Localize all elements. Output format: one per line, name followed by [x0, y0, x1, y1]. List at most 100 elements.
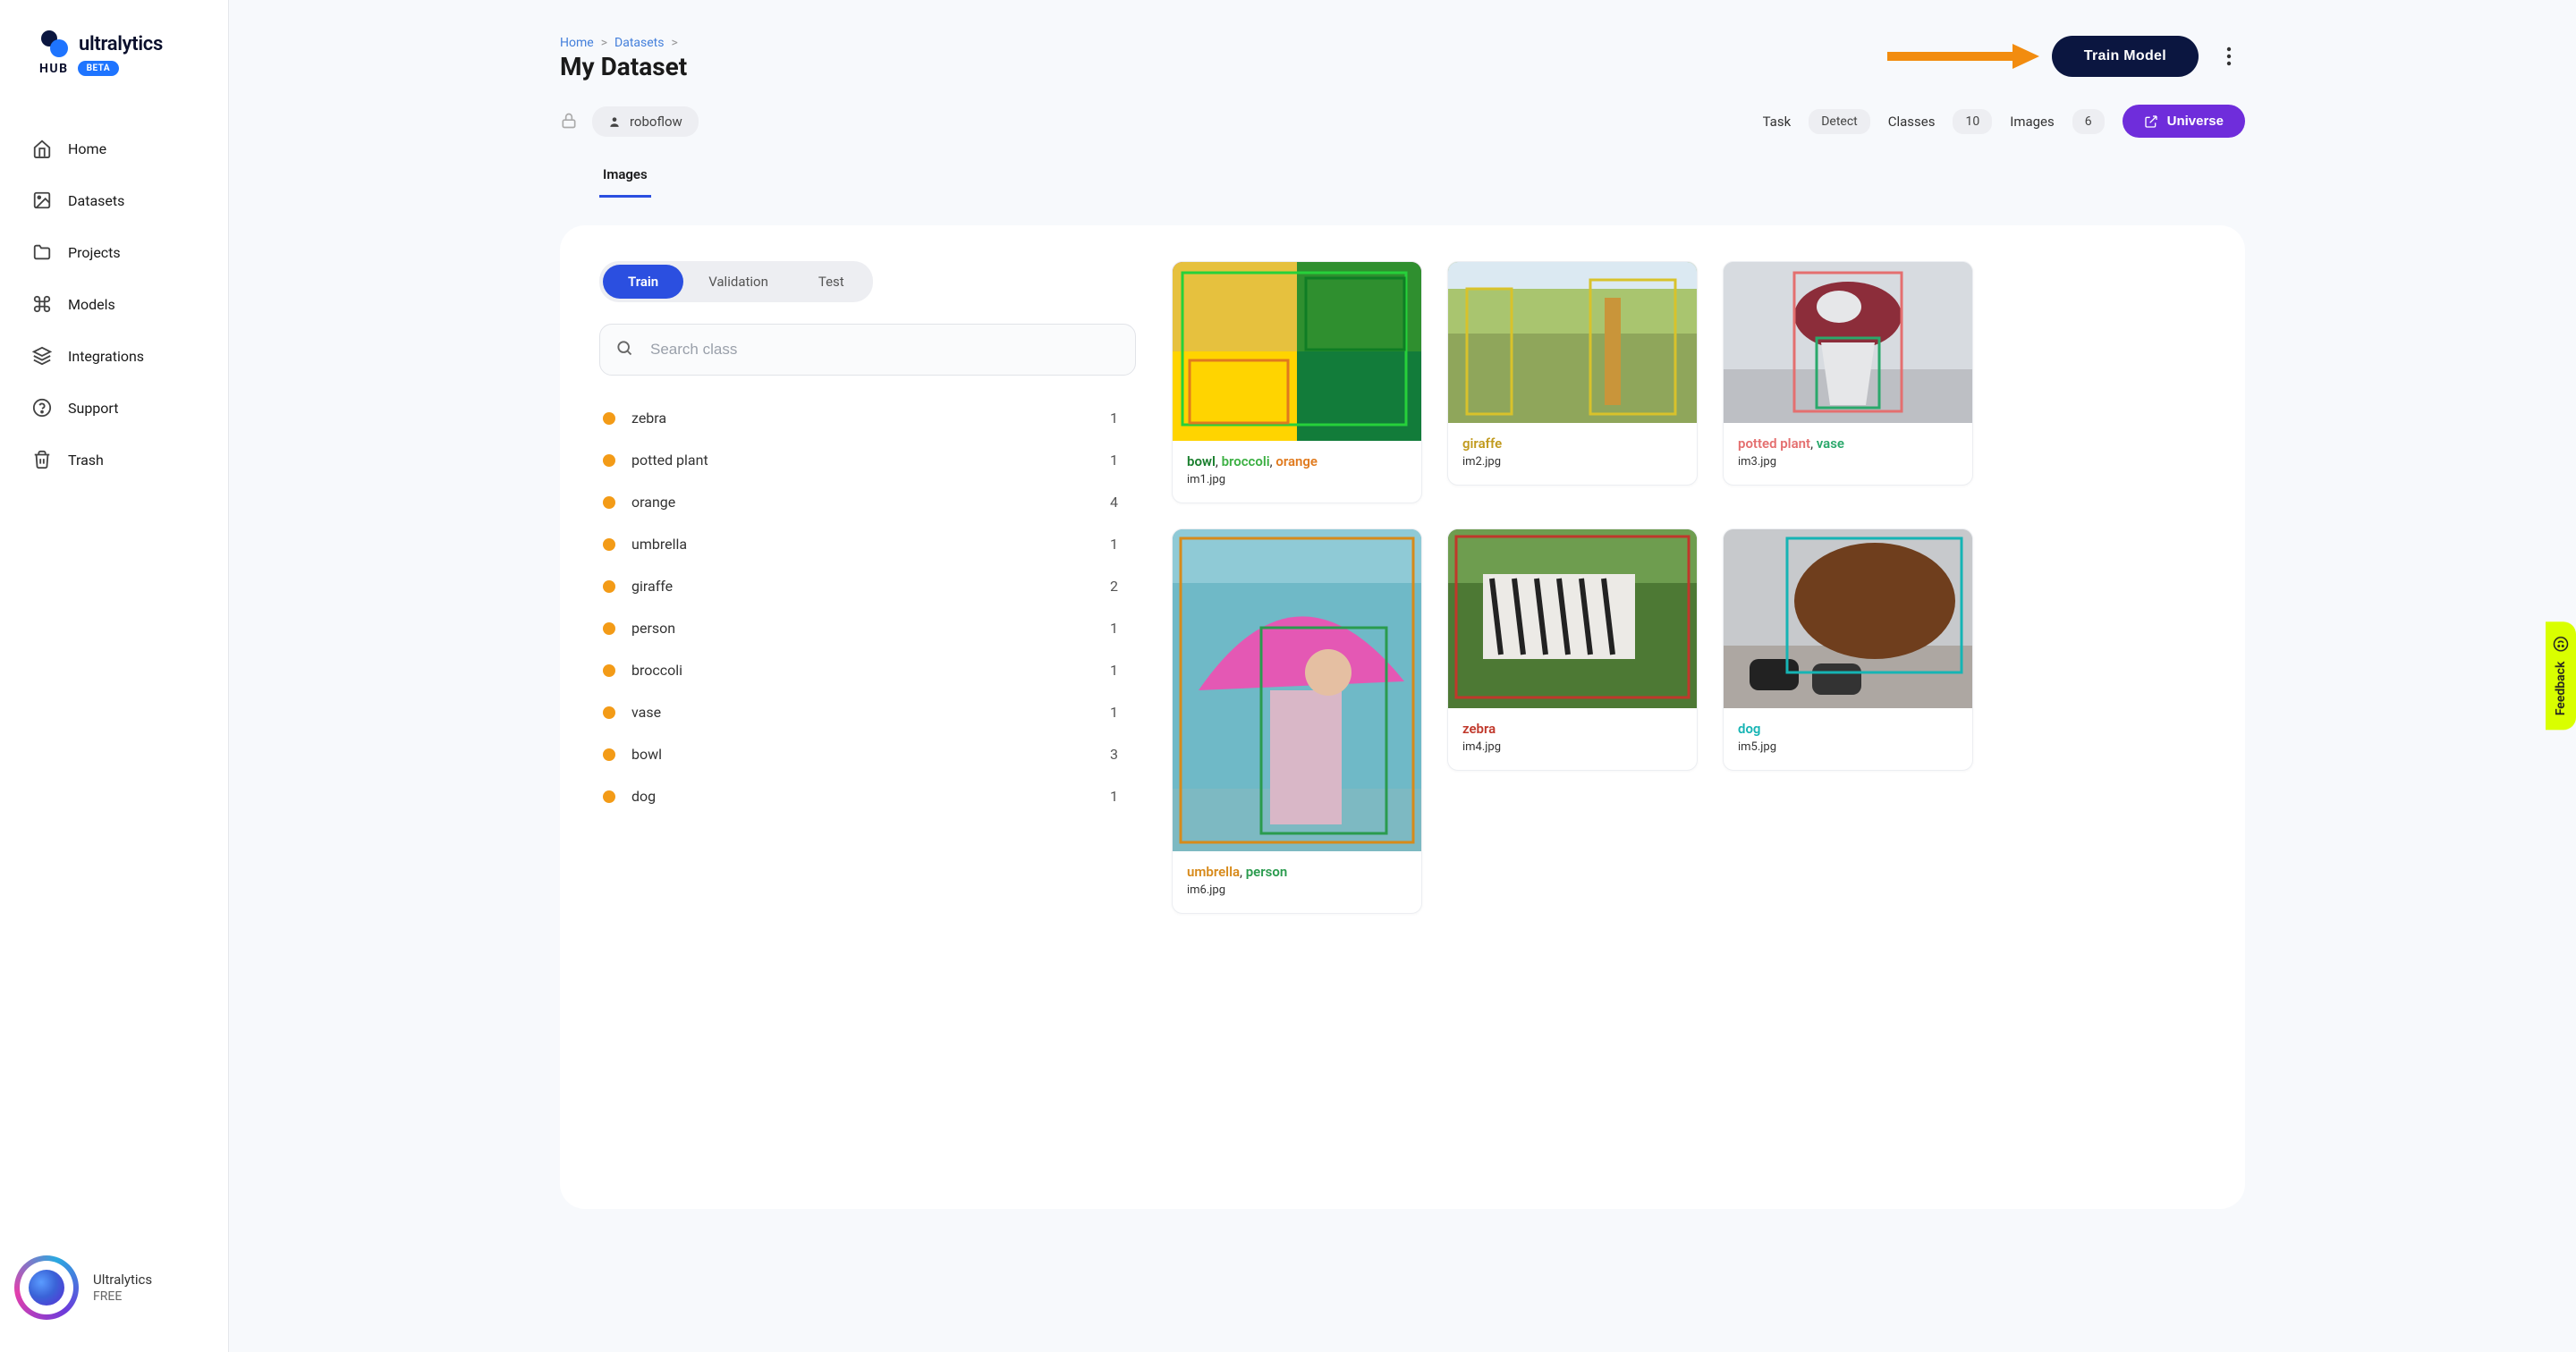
account-name: Ultralytics — [93, 1272, 152, 1288]
image-labels: dog — [1738, 721, 1958, 737]
class-row[interactable]: zebra1 — [599, 397, 1136, 439]
class-row[interactable]: bowl3 — [599, 733, 1136, 775]
image-filename: im5.jpg — [1738, 740, 1958, 754]
class-name: potted plant — [631, 452, 708, 469]
nav: Home Datasets Projects Models — [0, 124, 228, 484]
image-card[interactable]: bowlbroccoliorange im1.jpg — [1172, 261, 1422, 503]
class-row[interactable]: dog 1 — [599, 775, 1136, 817]
breadcrumb-sep: > — [601, 36, 607, 50]
lock-icon — [560, 112, 580, 131]
class-search — [599, 324, 1136, 376]
class-count: 1 — [1110, 704, 1118, 721]
class-row[interactable]: orange4 — [599, 481, 1136, 523]
breadcrumb-home[interactable]: Home — [560, 36, 594, 50]
class-dot-icon — [603, 496, 615, 509]
page-title: My Dataset — [560, 52, 687, 81]
image-filename: im4.jpg — [1462, 740, 1682, 754]
split-selector: Train Validation Test — [599, 261, 873, 302]
class-name: broccoli — [631, 662, 682, 679]
images-label: Images — [2010, 114, 2055, 130]
image-label: broccoli — [1216, 453, 1270, 469]
image-label: vase — [1810, 435, 1844, 452]
image-label: zebra — [1462, 721, 1496, 737]
tab-images[interactable]: Images — [599, 154, 651, 198]
brand-name: ultralytics — [79, 33, 163, 55]
breadcrumb: Home > Datasets > — [560, 36, 687, 50]
class-dot-icon — [603, 580, 615, 593]
sidebar-item-projects[interactable]: Projects — [14, 228, 214, 276]
image-filename: im1.jpg — [1187, 473, 1407, 486]
class-row[interactable]: giraffe 2 — [599, 565, 1136, 607]
beta-badge: BETA — [78, 61, 120, 76]
image-card[interactable]: zebra im4.jpg — [1447, 528, 1698, 771]
main: Home > Datasets > My Dataset Train Model — [229, 0, 2576, 1352]
more-menu-button[interactable] — [2213, 40, 2245, 72]
thumb — [1173, 262, 1421, 441]
class-count: 1 — [1110, 788, 1118, 805]
image-card[interactable]: umbrellapersonim6.jpg — [1172, 528, 1422, 914]
breadcrumb-datasets[interactable]: Datasets — [614, 36, 664, 50]
person-icon — [608, 115, 621, 128]
feedback-label: Feedback — [2554, 662, 2568, 716]
image-filename: im2.jpg — [1462, 455, 1682, 469]
sidebar-item-label: Support — [68, 400, 118, 417]
sidebar-item-home[interactable]: Home — [14, 124, 214, 173]
sidebar-item-support[interactable]: Support — [14, 384, 214, 432]
sidebar-item-label: Integrations — [68, 348, 144, 365]
class-count: 1 — [1110, 536, 1118, 553]
sidebar-item-models[interactable]: Models — [14, 280, 214, 328]
class-dot-icon — [603, 664, 615, 677]
class-count: 2 — [1110, 578, 1118, 595]
sidebar-item-integrations[interactable]: Integrations — [14, 332, 214, 380]
tabs: Images — [560, 154, 2245, 199]
class-name: zebra — [631, 410, 666, 427]
class-name: vase — [631, 704, 661, 721]
images-value: 6 — [2072, 109, 2105, 134]
universe-button[interactable]: Universe — [2123, 105, 2245, 138]
class-row[interactable]: person1 — [599, 607, 1136, 649]
thumb — [1724, 262, 1972, 423]
class-row[interactable]: potted plant1 — [599, 439, 1136, 481]
sidebar-item-label: Trash — [68, 452, 104, 469]
classes-label: Classes — [1888, 114, 1936, 130]
image-labels: giraffe — [1462, 435, 1682, 452]
image-grid: bowlbroccoliorangeim1.jpggiraffeim2.jpgp… — [1172, 261, 2206, 914]
sidebar-item-trash[interactable]: Trash — [14, 435, 214, 484]
class-row[interactable]: umbrella1 — [599, 523, 1136, 565]
split-validation[interactable]: Validation — [683, 265, 793, 299]
class-search-input[interactable] — [599, 324, 1136, 376]
logo-block[interactable]: ultralytics HUB BETA — [0, 29, 228, 97]
hub-label: HUB — [39, 62, 69, 76]
class-name: dog — [631, 788, 656, 805]
sidebar-item-label: Home — [68, 140, 106, 157]
train-model-button[interactable]: Train Model — [2052, 36, 2199, 77]
class-row[interactable]: vase 1 — [599, 691, 1136, 733]
class-dot-icon — [603, 622, 615, 635]
image-label: giraffe — [1462, 435, 1502, 452]
image-filename: im6.jpg — [1187, 883, 1407, 897]
class-name: giraffe — [631, 578, 673, 595]
universe-icon — [2144, 114, 2158, 129]
kebab-icon — [2226, 46, 2232, 66]
sidebar-item-datasets[interactable]: Datasets — [14, 176, 214, 224]
split-train[interactable]: Train — [603, 265, 683, 299]
image-card[interactable]: dog im5.jpg — [1723, 528, 1973, 771]
thumb — [1448, 262, 1697, 423]
feedback-tab[interactable]: Feedback — [2546, 622, 2576, 731]
search-icon — [615, 339, 633, 360]
image-filename: im3.jpg — [1738, 455, 1958, 469]
image-labels: bowlbroccoliorange — [1187, 453, 1407, 469]
folder-icon — [32, 242, 52, 262]
class-name: orange — [631, 494, 675, 511]
class-row[interactable]: broccoli1 — [599, 649, 1136, 691]
class-dot-icon — [603, 790, 615, 803]
image-card[interactable]: giraffe im2.jpg — [1447, 261, 1698, 486]
split-test[interactable]: Test — [793, 265, 869, 299]
image-card[interactable]: potted plantvaseim3.jpg — [1723, 261, 1973, 486]
image-labels: zebra — [1462, 721, 1682, 737]
sidebar-item-label: Datasets — [68, 192, 124, 209]
logo-icon — [39, 29, 70, 59]
thumb — [1724, 529, 1972, 708]
owner-pill[interactable]: roboflow — [592, 106, 699, 137]
sidebar-footer[interactable]: Ultralytics FREE — [0, 1255, 228, 1331]
